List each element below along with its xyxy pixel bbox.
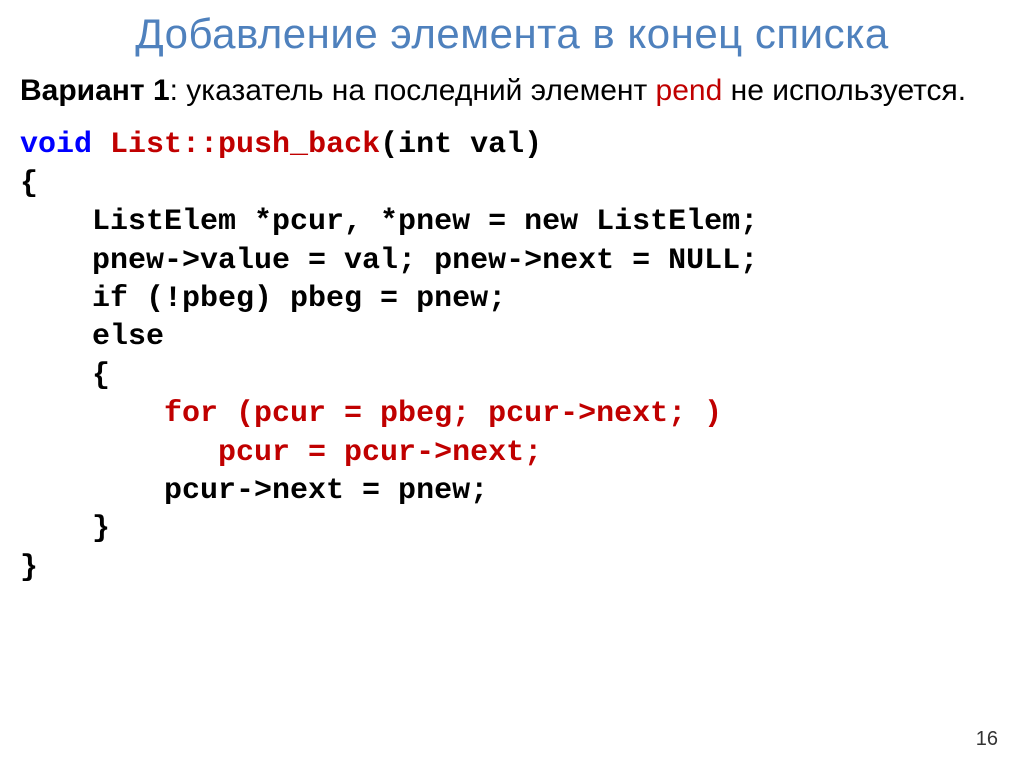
code-class-method: List::push_back	[110, 128, 380, 162]
slide: Добавление элемента в конец списка Вариа…	[0, 0, 1024, 767]
code-line2: {	[20, 167, 38, 201]
code-line11: }	[20, 512, 110, 546]
intro-before-pend: : указатель на последний элемент	[170, 74, 656, 107]
code-line7: {	[20, 359, 110, 393]
code-block: void List::push_back(int val) { ListElem…	[20, 126, 1004, 587]
code-line5: if (!pbeg) pbeg = pnew;	[20, 282, 506, 316]
variant-label: Вариант 1	[20, 74, 170, 107]
slide-title: Добавление элемента в конец списка	[20, 10, 1004, 58]
code-space	[92, 128, 110, 162]
intro-text: Вариант 1: указатель на последний элемен…	[20, 72, 1004, 110]
page-number: 16	[976, 728, 998, 751]
code-line1-rest: (int val)	[380, 128, 542, 162]
code-line12: }	[20, 551, 38, 585]
code-line3: ListElem *pcur, *pnew = new ListElem;	[20, 205, 758, 239]
code-keyword-void: void	[20, 128, 92, 162]
pend-keyword: pend	[656, 74, 723, 107]
code-line6: else	[20, 320, 164, 354]
code-line8: for (pcur = pbeg; pcur->next; )	[20, 397, 722, 431]
code-line10: pcur->next = pnew;	[20, 474, 488, 508]
code-line4: pnew->value = val; pnew->next = NULL;	[20, 244, 758, 278]
code-line9: pcur = pcur->next;	[20, 436, 542, 470]
intro-after-pend: не используется.	[722, 74, 966, 107]
